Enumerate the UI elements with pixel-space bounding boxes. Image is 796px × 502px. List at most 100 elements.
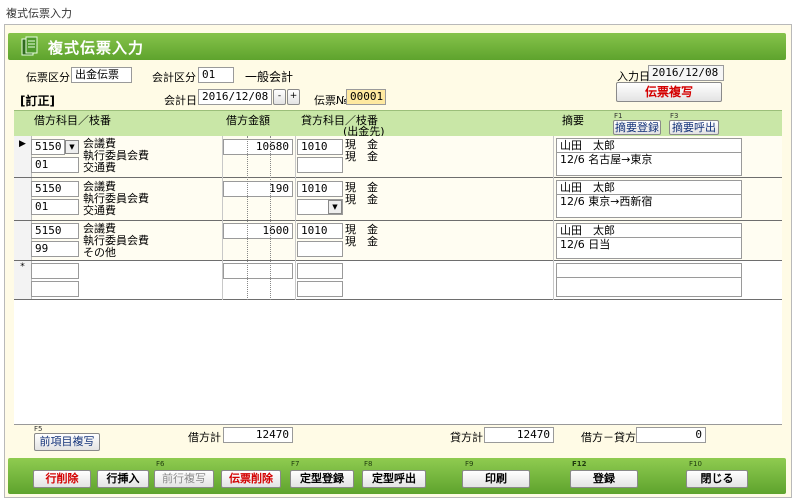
grid-column-divider <box>295 136 296 300</box>
slip-no-label: 伝票№ <box>314 94 348 107</box>
summary-line-2[interactable]: 12/6 名古屋→東京 <box>556 152 742 176</box>
summary-call-fkey: F3 <box>670 112 679 120</box>
debit-amount-field[interactable] <box>223 263 293 279</box>
close-fkey: F10 <box>689 460 702 468</box>
debit-name-3: その他 <box>83 246 116 259</box>
credit-sub-field[interactable] <box>297 281 343 297</box>
window-title: 複式伝票入力 <box>6 7 72 20</box>
debit-name-2: 執行委員会費 <box>83 234 149 247</box>
acct-div-code-field[interactable]: 01 <box>198 67 234 83</box>
debit-name-1: 会議費 <box>83 222 116 235</box>
credit-total-field: 12470 <box>484 427 554 443</box>
credit-name: 現 金 現 金 <box>345 181 378 206</box>
debit-name-1: 会議費 <box>83 137 116 150</box>
difference-field: 0 <box>636 427 706 443</box>
acct-div-label: 会計区分 <box>152 71 196 84</box>
grid-column-header: 借方科目／枝番 借方金額 貸方科目／枝番 (出金先) 摘要 F1 摘要登録 F3… <box>14 110 782 138</box>
close-button[interactable]: 閉じる <box>686 470 748 488</box>
row-selector[interactable] <box>14 178 32 220</box>
credit-total-label: 貸方計 <box>450 431 483 444</box>
summary-line-2[interactable]: 12/6 日当 <box>556 237 742 259</box>
debit-name-2: 執行委員会費 <box>83 192 149 205</box>
copy-prev-row-button[interactable]: 前行複写 <box>154 470 214 488</box>
table-row[interactable]: 5150 01 会議費 執行委員会費 交通費 190 1010 ▼ 現 金 現 … <box>14 178 782 221</box>
credit-code-field[interactable]: 1010 <box>297 181 343 197</box>
debit-name-2: 執行委員会費 <box>83 149 149 162</box>
debit-name-3: 交通費 <box>83 204 116 217</box>
slip-type-label: 伝票区分 <box>26 71 70 84</box>
debit-amount-field[interactable]: 190 <box>223 181 293 197</box>
row-selector[interactable] <box>14 221 32 260</box>
date-minus-button[interactable]: - <box>273 89 286 105</box>
delete-row-button[interactable]: 行削除 <box>33 470 91 488</box>
debit-code-field[interactable]: 5150 <box>31 139 65 155</box>
new-row[interactable]: * <box>14 261 782 300</box>
totals-bar: F5 前項目複写 借方計 12470 貸方計 12470 借方－貸方 0 <box>14 424 782 456</box>
insert-row-button[interactable]: 行挿入 <box>97 470 149 488</box>
credit-code-field[interactable]: 1010 <box>297 139 343 155</box>
debit-sub-field[interactable]: 01 <box>31 157 79 173</box>
row-selector[interactable]: ▶ <box>14 136 32 177</box>
debit-sub-field[interactable]: 99 <box>31 241 79 257</box>
grid-empty-area <box>14 300 782 424</box>
copy-prev-item-button[interactable]: 前項目複写 <box>34 433 100 451</box>
amount-digit-separator <box>247 136 248 300</box>
save-fkey: F12 <box>572 460 587 468</box>
difference-label: 借方－貸方 <box>581 431 636 444</box>
debit-code-field[interactable]: 5150 <box>31 223 79 239</box>
print-button[interactable]: 印刷 <box>462 470 530 488</box>
credit-code-field[interactable] <box>297 263 343 279</box>
input-date-field: 2016/12/08 <box>648 65 724 81</box>
grid-column-divider <box>222 136 223 300</box>
row-selector[interactable]: * <box>14 261 32 299</box>
debit-amount-field[interactable]: 10680 <box>223 139 293 155</box>
dropdown-arrow-icon[interactable]: ▼ <box>65 140 79 154</box>
acct-date-label: 会計日 <box>164 94 197 107</box>
print-fkey: F9 <box>465 460 474 468</box>
debit-code-field[interactable]: 5150 <box>31 181 79 197</box>
credit-sub-field[interactable] <box>297 241 343 257</box>
table-row[interactable]: ▶ 5150 ▼ 01 会議費 執行委員会費 交通費 10680 1010 現 … <box>14 136 782 178</box>
correction-indicator: [訂正] <box>20 94 55 108</box>
credit-sub-field[interactable] <box>297 157 343 173</box>
summary-header: 摘要 <box>562 114 584 127</box>
template-register-fkey: F7 <box>291 460 300 468</box>
slip-type-field[interactable]: 出金伝票 <box>71 67 132 83</box>
template-register-button[interactable]: 定型登録 <box>290 470 354 488</box>
save-button[interactable]: 登録 <box>570 470 638 488</box>
credit-name: 現 金 現 金 <box>345 138 378 163</box>
summary-line-2[interactable]: 12/6 東京→西新宿 <box>556 194 742 218</box>
template-call-button[interactable]: 定型呼出 <box>362 470 426 488</box>
credit-code-field[interactable]: 1010 <box>297 223 343 239</box>
new-row-marker: * <box>20 262 25 272</box>
debit-name-1: 会議費 <box>83 180 116 193</box>
current-row-marker: ▶ <box>19 139 26 149</box>
debit-account-header: 借方科目／枝番 <box>34 114 111 127</box>
template-call-fkey: F8 <box>364 460 373 468</box>
table-row[interactable]: 5150 99 会議費 執行委員会費 その他 1600 1010 現 金 現 金… <box>14 221 782 261</box>
debit-code-field[interactable] <box>31 263 79 279</box>
summary-register-fkey: F1 <box>614 112 623 120</box>
debit-amount-field[interactable]: 1600 <box>223 223 293 239</box>
journal-grid: ▶ 5150 ▼ 01 会議費 執行委員会費 交通費 10680 1010 現 … <box>14 136 782 300</box>
debit-name-3: 交通費 <box>83 161 116 174</box>
slip-no-field[interactable]: 00001 <box>346 89 386 105</box>
footer-toolbar: 行削除 行挿入 F6 前行複写 伝票削除 F7 定型登録 F8 定型呼出 F9 … <box>8 458 786 494</box>
debit-total-field: 12470 <box>223 427 293 443</box>
summary-line-2[interactable] <box>556 277 742 297</box>
debit-total-label: 借方計 <box>188 431 221 444</box>
copy-slip-button[interactable]: 伝票複写 <box>616 82 722 102</box>
debit-amount-header: 借方金額 <box>226 114 270 127</box>
copy-prev-fkey: F5 <box>34 425 43 433</box>
summary-call-button[interactable]: 摘要呼出 <box>669 120 719 135</box>
copy-prev-row-fkey: F6 <box>156 460 165 468</box>
acct-date-field[interactable]: 2016/12/08 <box>198 89 272 105</box>
page-title: 複式伝票入力 <box>48 39 145 57</box>
delete-slip-button[interactable]: 伝票削除 <box>221 470 281 488</box>
dropdown-arrow-icon[interactable]: ▼ <box>328 200 342 214</box>
date-plus-button[interactable]: + <box>287 89 300 105</box>
debit-sub-field[interactable] <box>31 281 79 297</box>
grid-column-divider <box>553 136 554 300</box>
summary-register-button[interactable]: 摘要登録 <box>613 120 661 135</box>
debit-sub-field[interactable]: 01 <box>31 199 79 215</box>
